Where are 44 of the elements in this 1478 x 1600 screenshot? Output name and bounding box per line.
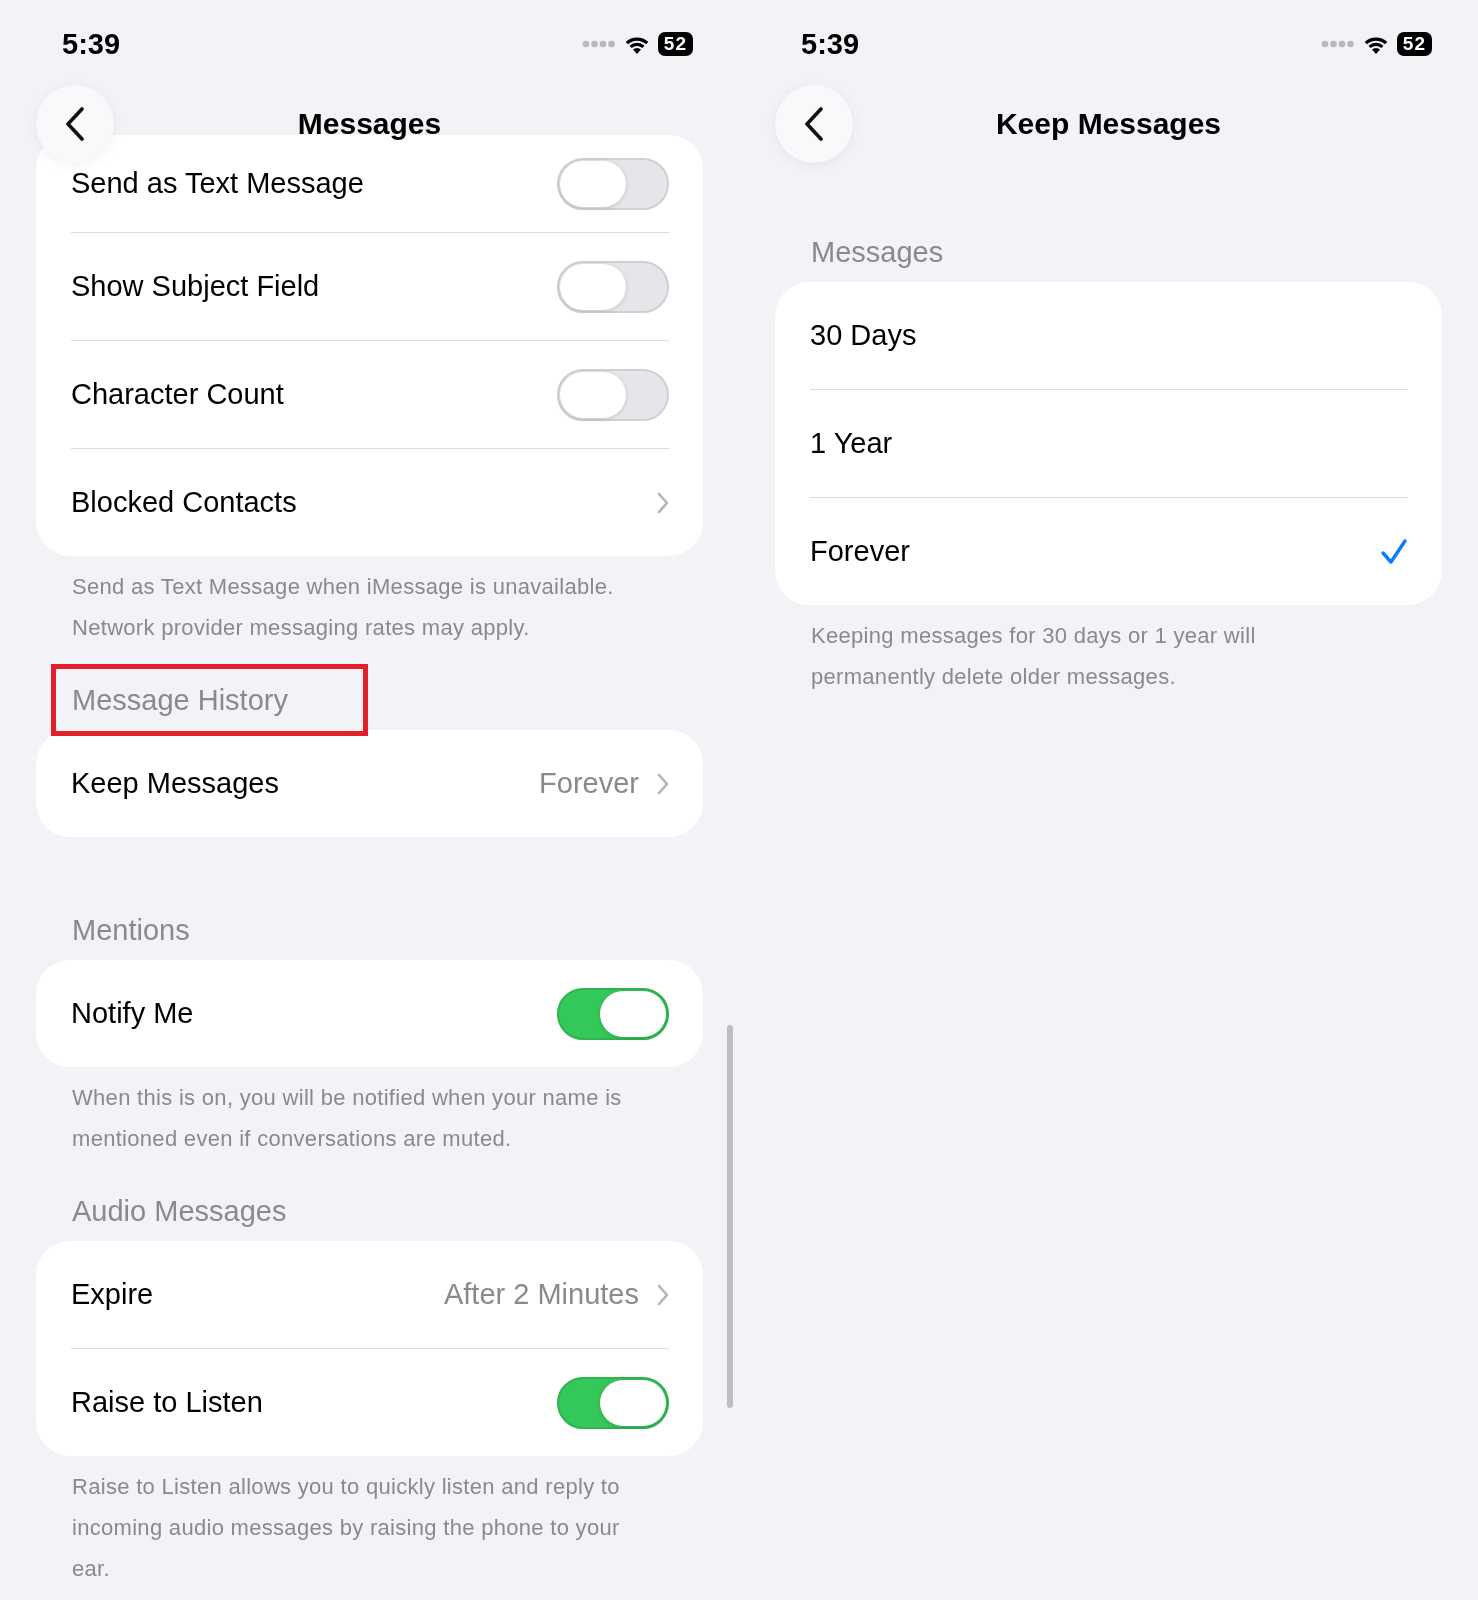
- section-footer: When this is on, you will be notified when your name is mentioned even if conversations are muted.: [36, 1067, 703, 1159]
- toggle-switch[interactable]: [557, 260, 669, 313]
- option-row[interactable]: Forever: [810, 498, 1408, 605]
- setting-label: Show Subject Field: [71, 270, 321, 303]
- option-row[interactable]: 1 Year: [810, 390, 1408, 498]
- setting-label: Character Count: [71, 378, 285, 411]
- status-time: 5:39: [801, 27, 860, 61]
- nav-title: Messages: [297, 107, 442, 141]
- checkmark-icon: [1380, 537, 1408, 566]
- chevron-icon: [657, 491, 669, 514]
- cellular-signal-icon: [1320, 40, 1355, 48]
- setting-label: Notify Me: [71, 997, 195, 1030]
- nav-title: Keep Messages: [995, 107, 1222, 141]
- option-label: Forever: [810, 535, 911, 568]
- toggle-switch[interactable]: [557, 157, 669, 210]
- battery-indicator: 52: [1396, 32, 1432, 56]
- setting-label[interactable]: Keep Messages: [71, 767, 526, 800]
- option-row[interactable]: 30 Days: [810, 282, 1408, 390]
- setting-value: After 2 Minutes: [443, 1278, 639, 1311]
- option-label: 1 Year: [810, 427, 894, 460]
- setting-label: Raise to Listen: [71, 1386, 264, 1419]
- status-time: 5:39: [62, 27, 121, 61]
- section-footer: Keeping messages for 30 days or 1 year will permanently delete older messages.: [775, 605, 1442, 697]
- scrollbar[interactable]: [727, 1025, 733, 1408]
- section-footer: Send as Text Message when iMessage is unavailable. Network provider messaging rates may apply.: [36, 556, 703, 648]
- setting-label: Send as Text Message: [71, 167, 365, 200]
- section-header: Audio Messages: [72, 1194, 287, 1229]
- section-footer: Raise to Listen allows you to quickly listen and reply to incoming audio messages by raising the phone to your ear.: [36, 1456, 703, 1589]
- setting-label[interactable]: Expire: [71, 1278, 430, 1311]
- toggle-switch[interactable]: [557, 1376, 669, 1429]
- back-chevron-icon: [65, 107, 85, 141]
- chevron-icon: [657, 1283, 669, 1306]
- setting-label[interactable]: Blocked Contacts: [71, 486, 639, 519]
- section-header: Messages: [811, 235, 944, 270]
- toggle-switch[interactable]: [557, 987, 669, 1040]
- back-chevron-icon: [804, 107, 824, 141]
- option-label: 30 Days: [810, 319, 918, 352]
- section-header: Mentions: [72, 913, 190, 948]
- setting-value: Forever: [539, 767, 639, 800]
- section-header: Message History: [51, 664, 368, 736]
- battery-indicator: 52: [657, 32, 693, 56]
- toggle-switch[interactable]: [557, 368, 669, 421]
- chevron-icon: [657, 772, 669, 795]
- cellular-signal-icon: [581, 40, 616, 48]
